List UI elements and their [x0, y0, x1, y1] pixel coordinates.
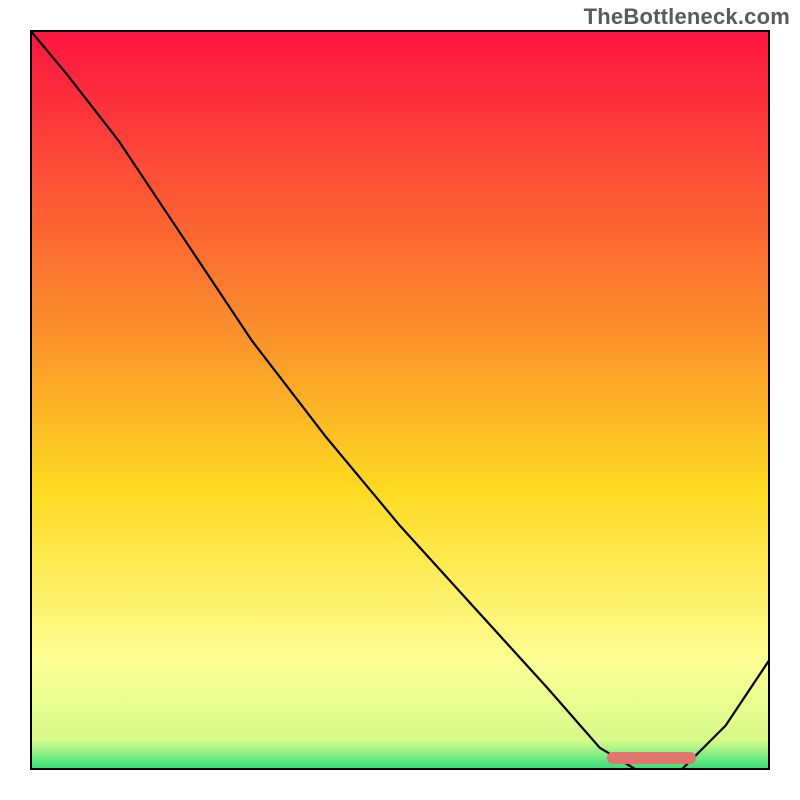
bottleneck-curve: [30, 30, 770, 770]
chart-plot-area: [30, 30, 770, 770]
curve-overlay: [30, 30, 770, 770]
watermark-text: TheBottleneck.com: [584, 4, 790, 30]
optimal-marker: [607, 752, 696, 764]
